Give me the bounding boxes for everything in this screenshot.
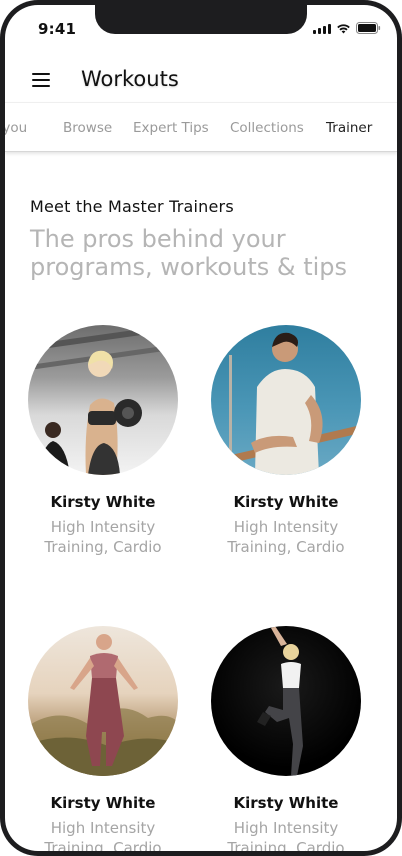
trainer-name: Kirsty White (50, 493, 156, 511)
tab-for-you[interactable]: For you (5, 120, 27, 136)
content-area: Meet the Master Trainers The pros behind… (5, 153, 397, 851)
trainer-card[interactable]: Kirsty White High Intensity Training, Ca… (23, 626, 183, 851)
trainer-avatar (211, 626, 361, 776)
wifi-icon (336, 23, 351, 34)
tab-trainer[interactable]: Trainer (326, 120, 372, 136)
trainer-name: Kirsty White (233, 794, 339, 812)
section-label: Meet the Master Trainers (30, 197, 234, 216)
phone-frame: 9:41 Workouts ou Browse Expert Tips Coll… (0, 0, 402, 856)
trainer-specialty: High Intensity Training, Cardio (227, 518, 345, 556)
screen: 9:41 Workouts ou Browse Expert Tips Coll… (5, 5, 397, 851)
tab-browse[interactable]: Browse (63, 120, 112, 136)
tab-collections[interactable]: Collections (230, 120, 304, 136)
status-icons (313, 22, 381, 34)
trainer-name: Kirsty White (233, 493, 339, 511)
trainer-specialty: High Intensity Training, Cardio (44, 819, 162, 851)
notch (95, 5, 307, 34)
trainer-specialty: High Intensity Training, Cardio (44, 518, 162, 556)
trainer-name: Kirsty White (50, 794, 156, 812)
trainer-specialty: High Intensity Training, Cardio (227, 819, 345, 851)
trainer-avatar (28, 626, 178, 776)
app-header: Workouts (5, 55, 397, 105)
status-time: 9:41 (38, 20, 77, 38)
trainer-avatar (28, 325, 178, 475)
trainer-card[interactable]: Kirsty White High Intensity Training, Ca… (206, 325, 366, 557)
battery-icon (356, 22, 381, 34)
signal-icon (313, 23, 331, 34)
page-title: Workouts (81, 67, 179, 91)
hamburger-menu-icon[interactable] (32, 73, 52, 87)
trainer-avatar (211, 325, 361, 475)
tab-expert-tips[interactable]: Expert Tips (133, 120, 209, 136)
tab-bar: For you Browse Expert Tips Collections T… (5, 102, 397, 152)
trainer-card[interactable]: Kirsty White High Intensity Training, Ca… (23, 325, 183, 557)
trainer-card[interactable]: Kirsty White High Intensity Training, Ca… (206, 626, 366, 851)
section-heading: The pros behind your programs, workouts … (30, 225, 348, 281)
